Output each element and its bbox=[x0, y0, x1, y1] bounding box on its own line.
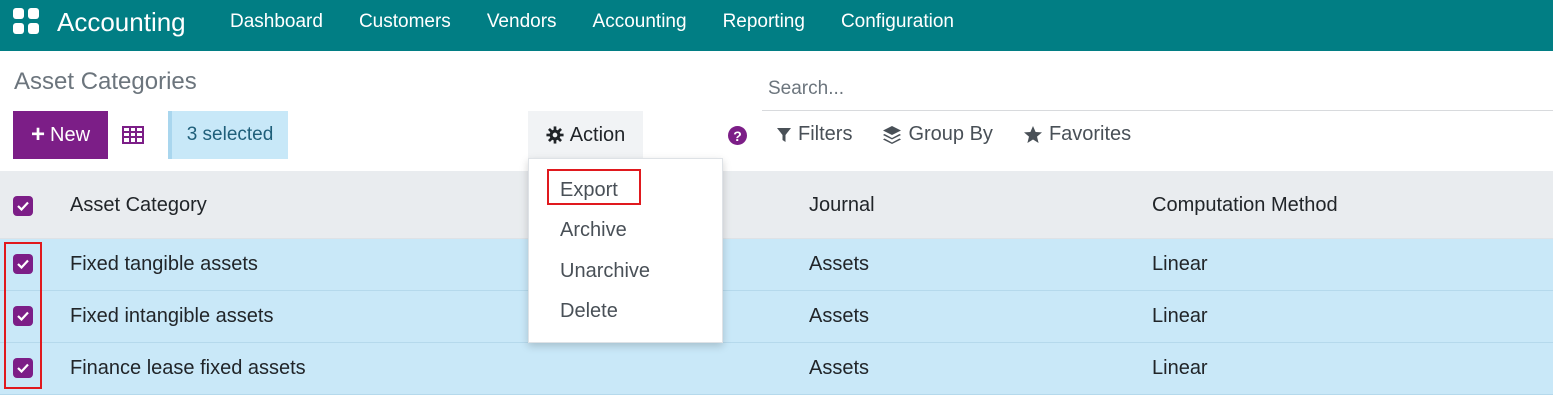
layers-icon bbox=[883, 125, 902, 144]
menu-item-delete[interactable]: Delete bbox=[560, 299, 618, 323]
filter-icon bbox=[777, 127, 791, 142]
asset-category-table: Asset Category Journal Computation Metho… bbox=[0, 171, 1553, 395]
select-all-checkbox[interactable] bbox=[13, 196, 33, 216]
table-row[interactable]: Fixed intangible assets Assets Linear bbox=[0, 291, 1553, 343]
column-header-asset-category[interactable]: Asset Category bbox=[70, 193, 207, 217]
action-button-label: Action bbox=[569, 123, 626, 146]
cell-computation-method: Linear bbox=[1152, 305, 1208, 327]
table-row[interactable]: Finance lease fixed assets Assets Linear bbox=[0, 343, 1553, 395]
menu-item-accounting[interactable]: Accounting bbox=[593, 10, 687, 34]
cell-computation-method: Linear bbox=[1152, 253, 1208, 275]
checkbox-highlight-outline bbox=[4, 242, 42, 389]
cell-journal: Assets bbox=[809, 357, 870, 379]
column-header-journal[interactable]: Journal bbox=[809, 193, 875, 217]
table-header: Asset Category Journal Computation Metho… bbox=[0, 171, 1553, 239]
table-row[interactable]: Fixed tangible assets Assets Linear bbox=[0, 239, 1553, 291]
search-bar bbox=[762, 66, 1553, 111]
favorites-label: Favorites bbox=[1048, 123, 1132, 145]
menu-item-vendors[interactable]: Vendors bbox=[487, 10, 557, 34]
help-icon[interactable]: ? bbox=[728, 126, 747, 145]
cell-journal: Assets bbox=[809, 253, 870, 275]
menu-item-configuration[interactable]: Configuration bbox=[841, 10, 954, 34]
cell-asset-category: Finance lease fixed assets bbox=[70, 357, 306, 379]
gear-icon bbox=[546, 126, 564, 144]
column-header-computation-method[interactable]: Computation Method bbox=[1152, 193, 1338, 217]
cell-journal: Assets bbox=[809, 305, 870, 327]
search-input[interactable] bbox=[768, 74, 1468, 104]
cell-asset-category: Fixed intangible assets bbox=[70, 305, 274, 327]
menu-item-export[interactable]: Export bbox=[560, 178, 618, 202]
menu-item-dashboard[interactable]: Dashboard bbox=[230, 10, 323, 34]
plus-icon: + bbox=[30, 121, 45, 148]
apps-menu-icon[interactable] bbox=[13, 8, 39, 34]
cell-asset-category: Fixed tangible assets bbox=[70, 253, 258, 275]
favorites-button[interactable]: Favorites bbox=[1023, 123, 1131, 146]
page-title: Asset Categories bbox=[14, 68, 197, 95]
selection-count-badge: 3 selected bbox=[168, 111, 288, 159]
action-dropdown-button[interactable]: Action bbox=[528, 111, 643, 159]
filters-button[interactable]: Filters bbox=[776, 123, 852, 146]
checkmark-icon bbox=[17, 201, 29, 211]
menu-item-reporting[interactable]: Reporting bbox=[723, 10, 805, 34]
action-dropdown-menu: Export Archive Unarchive Delete bbox=[528, 158, 723, 343]
main-menu: Dashboard Customers Vendors Accounting R… bbox=[230, 10, 990, 34]
new-button[interactable]: + New bbox=[13, 111, 108, 159]
filters-label: Filters bbox=[798, 123, 853, 145]
app-brand[interactable]: Accounting bbox=[57, 6, 186, 38]
menu-item-archive[interactable]: Archive bbox=[560, 218, 627, 242]
list-view-icon[interactable] bbox=[122, 126, 144, 144]
menu-item-unarchive[interactable]: Unarchive bbox=[560, 259, 650, 283]
group-by-button[interactable]: Group By bbox=[882, 123, 993, 146]
top-navbar: Accounting Dashboard Customers Vendors A… bbox=[0, 0, 1553, 51]
menu-item-customers[interactable]: Customers bbox=[359, 10, 451, 34]
star-icon bbox=[1023, 125, 1042, 143]
group-by-label: Group By bbox=[908, 123, 993, 145]
new-button-label: New bbox=[50, 123, 91, 146]
cell-computation-method: Linear bbox=[1152, 357, 1208, 379]
search-options: Filters Group By Favorites bbox=[776, 123, 1161, 146]
